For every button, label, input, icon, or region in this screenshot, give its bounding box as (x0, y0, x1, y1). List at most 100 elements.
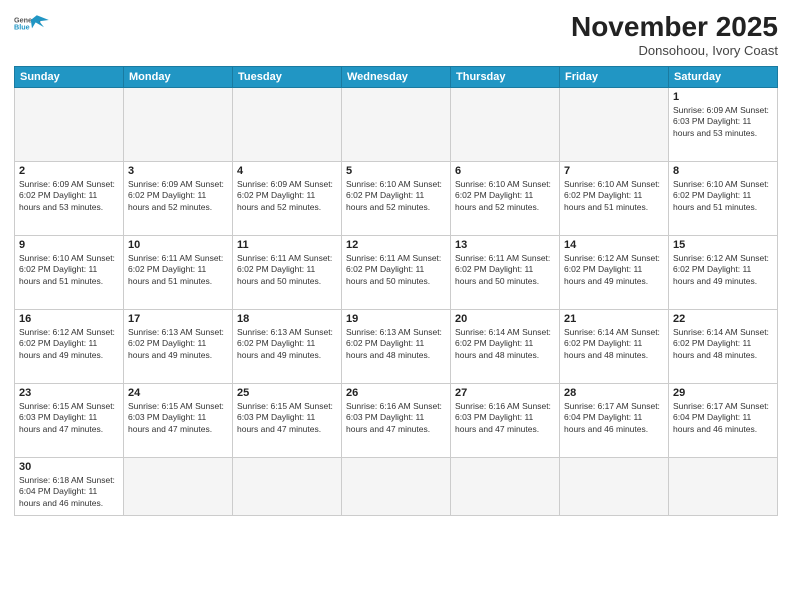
day-info: Sunrise: 6:15 AM Sunset: 6:03 PM Dayligh… (237, 401, 337, 435)
calendar-cell (233, 87, 342, 161)
day-number: 5 (346, 165, 446, 177)
calendar-cell: 7 Sunrise: 6:10 AM Sunset: 6:02 PM Daylig… (560, 161, 669, 235)
day-info: Sunrise: 6:13 AM Sunset: 6:02 PM Dayligh… (128, 327, 228, 361)
calendar-cell: 8 Sunrise: 6:10 AM Sunset: 6:02 PM Daylig… (669, 161, 778, 235)
calendar: SundayMondayTuesdayWednesdayThursdayFrid… (14, 66, 778, 516)
day-number: 30 (19, 461, 119, 473)
day-number: 17 (128, 313, 228, 325)
day-info: Sunrise: 6:17 AM Sunset: 6:04 PM Dayligh… (673, 401, 773, 435)
day-number: 20 (455, 313, 555, 325)
day-info: Sunrise: 6:15 AM Sunset: 6:03 PM Dayligh… (19, 401, 119, 435)
calendar-cell: 20 Sunrise: 6:14 AM Sunset: 6:02 PM Dayli… (451, 309, 560, 383)
calendar-cell: 2Sunrise: 6:09 AM Sunset: 6:02 PM Daylig… (15, 161, 124, 235)
title-section: November 2025 Donsohoou, Ivory Coast (571, 12, 778, 58)
day-info: Sunrise: 6:10 AM Sunset: 6:02 PM Dayligh… (455, 179, 555, 213)
calendar-cell: 11 Sunrise: 6:11 AM Sunset: 6:02 PM Dayli… (233, 235, 342, 309)
calendar-cell (124, 457, 233, 515)
calendar-cell: 24 Sunrise: 6:15 AM Sunset: 6:03 PM Dayli… (124, 383, 233, 457)
calendar-cell: 13 Sunrise: 6:11 AM Sunset: 6:02 PM Dayli… (451, 235, 560, 309)
day-info: Sunrise: 6:18 AM Sunset: 6:04 PM Dayligh… (19, 475, 119, 509)
calendar-cell (124, 87, 233, 161)
calendar-cell: 6 Sunrise: 6:10 AM Sunset: 6:02 PM Daylig… (451, 161, 560, 235)
day-number: 19 (346, 313, 446, 325)
day-info: Sunrise: 6:10 AM Sunset: 6:02 PM Dayligh… (346, 179, 446, 213)
calendar-cell: 14 Sunrise: 6:12 AM Sunset: 6:02 PM Dayli… (560, 235, 669, 309)
calendar-cell: 4 Sunrise: 6:09 AM Sunset: 6:02 PM Daylig… (233, 161, 342, 235)
logo: General Blue (14, 12, 50, 34)
day-number: 1 (673, 91, 773, 103)
calendar-cell (451, 87, 560, 161)
day-number: 27 (455, 387, 555, 399)
day-number: 25 (237, 387, 337, 399)
day-info: Sunrise: 6:14 AM Sunset: 6:02 PM Dayligh… (455, 327, 555, 361)
calendar-cell: 15 Sunrise: 6:12 AM Sunset: 6:02 PM Dayli… (669, 235, 778, 309)
calendar-cell (233, 457, 342, 515)
calendar-cell: 27Sunrise: 6:16 AM Sunset: 6:03 PM Dayli… (451, 383, 560, 457)
day-number: 10 (128, 239, 228, 251)
calendar-cell: 5 Sunrise: 6:10 AM Sunset: 6:02 PM Daylig… (342, 161, 451, 235)
day-info: Sunrise: 6:14 AM Sunset: 6:02 PM Dayligh… (564, 327, 664, 361)
day-number: 11 (237, 239, 337, 251)
day-info: Sunrise: 6:17 AM Sunset: 6:04 PM Dayligh… (564, 401, 664, 435)
day-info: Sunrise: 6:09 AM Sunset: 6:02 PM Dayligh… (19, 179, 119, 213)
calendar-cell (15, 87, 124, 161)
day-number: 13 (455, 239, 555, 251)
day-number: 24 (128, 387, 228, 399)
day-number: 3 (128, 165, 228, 177)
day-info: Sunrise: 6:10 AM Sunset: 6:02 PM Dayligh… (19, 253, 119, 287)
day-info: Sunrise: 6:11 AM Sunset: 6:02 PM Dayligh… (237, 253, 337, 287)
calendar-cell: 30 Sunrise: 6:18 AM Sunset: 6:04 PM Dayli… (15, 457, 124, 515)
day-info: Sunrise: 6:09 AM Sunset: 6:02 PM Dayligh… (237, 179, 337, 213)
weekday-header: Thursday (451, 66, 560, 87)
day-info: Sunrise: 6:12 AM Sunset: 6:02 PM Dayligh… (19, 327, 119, 361)
calendar-cell: 22Sunrise: 6:14 AM Sunset: 6:02 PM Dayli… (669, 309, 778, 383)
weekday-header: Wednesday (342, 66, 451, 87)
day-number: 14 (564, 239, 664, 251)
calendar-cell: 3 Sunrise: 6:09 AM Sunset: 6:02 PM Daylig… (124, 161, 233, 235)
day-number: 15 (673, 239, 773, 251)
calendar-cell: 18Sunrise: 6:13 AM Sunset: 6:02 PM Dayli… (233, 309, 342, 383)
calendar-cell: 9 Sunrise: 6:10 AM Sunset: 6:02 PM Daylig… (15, 235, 124, 309)
day-info: Sunrise: 6:12 AM Sunset: 6:02 PM Dayligh… (673, 253, 773, 287)
calendar-cell (560, 457, 669, 515)
day-number: 6 (455, 165, 555, 177)
day-number: 28 (564, 387, 664, 399)
day-info: Sunrise: 6:13 AM Sunset: 6:02 PM Dayligh… (346, 327, 446, 361)
calendar-cell (451, 457, 560, 515)
calendar-cell: 19 Sunrise: 6:13 AM Sunset: 6:02 PM Dayli… (342, 309, 451, 383)
calendar-cell: 25 Sunrise: 6:15 AM Sunset: 6:03 PM Dayli… (233, 383, 342, 457)
weekday-header: Saturday (669, 66, 778, 87)
day-info: Sunrise: 6:11 AM Sunset: 6:02 PM Dayligh… (455, 253, 555, 287)
calendar-cell: 26Sunrise: 6:16 AM Sunset: 6:03 PM Dayli… (342, 383, 451, 457)
calendar-cell: 17 Sunrise: 6:13 AM Sunset: 6:02 PM Dayli… (124, 309, 233, 383)
calendar-cell: 28 Sunrise: 6:17 AM Sunset: 6:04 PM Dayli… (560, 383, 669, 457)
day-number: 29 (673, 387, 773, 399)
day-info: Sunrise: 6:11 AM Sunset: 6:02 PM Dayligh… (346, 253, 446, 287)
day-info: Sunrise: 6:09 AM Sunset: 6:03 PM Dayligh… (673, 105, 773, 139)
day-number: 9 (19, 239, 119, 251)
day-number: 8 (673, 165, 773, 177)
calendar-cell (342, 457, 451, 515)
calendar-cell: 29 Sunrise: 6:17 AM Sunset: 6:04 PM Dayli… (669, 383, 778, 457)
weekday-header: Tuesday (233, 66, 342, 87)
calendar-cell: 23 Sunrise: 6:15 AM Sunset: 6:03 PM Dayli… (15, 383, 124, 457)
calendar-cell: 16Sunrise: 6:12 AM Sunset: 6:02 PM Dayli… (15, 309, 124, 383)
day-info: Sunrise: 6:10 AM Sunset: 6:02 PM Dayligh… (673, 179, 773, 213)
day-number: 23 (19, 387, 119, 399)
calendar-cell: 21 Sunrise: 6:14 AM Sunset: 6:02 PM Dayli… (560, 309, 669, 383)
day-info: Sunrise: 6:15 AM Sunset: 6:03 PM Dayligh… (128, 401, 228, 435)
day-info: Sunrise: 6:09 AM Sunset: 6:02 PM Dayligh… (128, 179, 228, 213)
day-number: 7 (564, 165, 664, 177)
weekday-header: Monday (124, 66, 233, 87)
day-number: 4 (237, 165, 337, 177)
day-info: Sunrise: 6:10 AM Sunset: 6:02 PM Dayligh… (564, 179, 664, 213)
day-number: 12 (346, 239, 446, 251)
day-info: Sunrise: 6:14 AM Sunset: 6:02 PM Dayligh… (673, 327, 773, 361)
day-number: 26 (346, 387, 446, 399)
day-number: 21 (564, 313, 664, 325)
day-info: Sunrise: 6:12 AM Sunset: 6:02 PM Dayligh… (564, 253, 664, 287)
month-title: November 2025 (571, 12, 778, 43)
calendar-cell: 10Sunrise: 6:11 AM Sunset: 6:02 PM Dayli… (124, 235, 233, 309)
calendar-cell (342, 87, 451, 161)
calendar-cell (560, 87, 669, 161)
